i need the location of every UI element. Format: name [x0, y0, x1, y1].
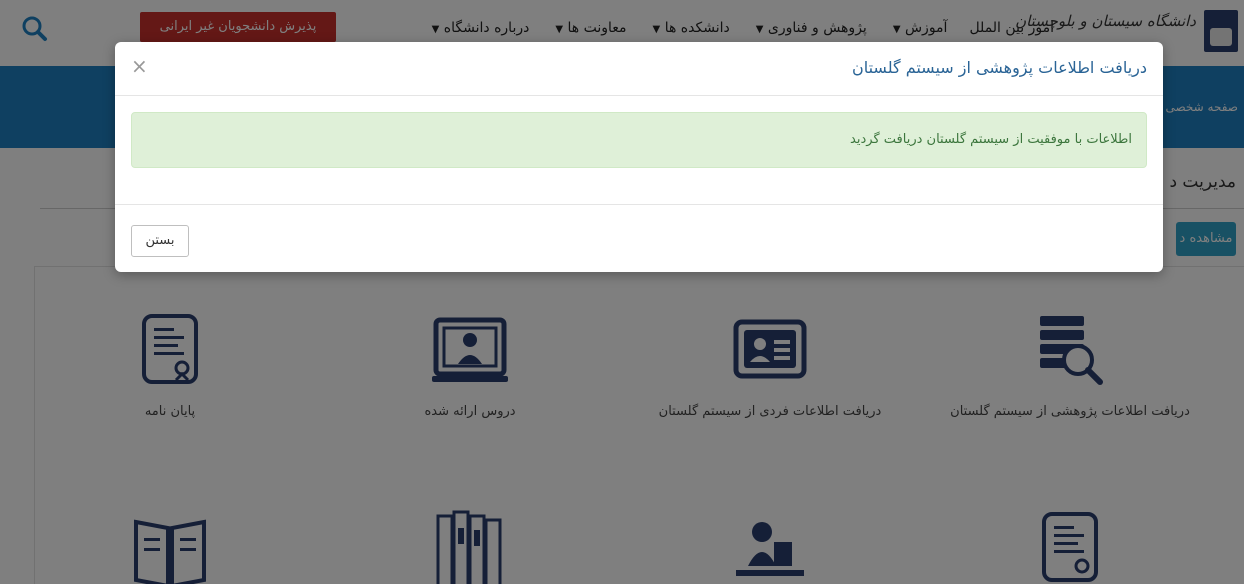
- golestan-research-modal: دریافت اطلاعات پژوهشی از سیستم گلستان × …: [115, 42, 1163, 272]
- close-button[interactable]: بستن: [131, 225, 189, 257]
- modal-title: دریافت اطلاعات پژوهشی از سیستم گلستان: [851, 58, 1147, 77]
- modal-header: دریافت اطلاعات پژوهشی از سیستم گلستان ×: [115, 42, 1163, 96]
- success-alert: اطلاعات با موفقیت از سیستم گلستان دریافت…: [131, 112, 1147, 168]
- alert-message: اطلاعات با موفقیت از سیستم گلستان دریافت…: [850, 132, 1132, 147]
- close-icon[interactable]: ×: [131, 54, 148, 78]
- modal-footer: بستن: [115, 204, 1163, 272]
